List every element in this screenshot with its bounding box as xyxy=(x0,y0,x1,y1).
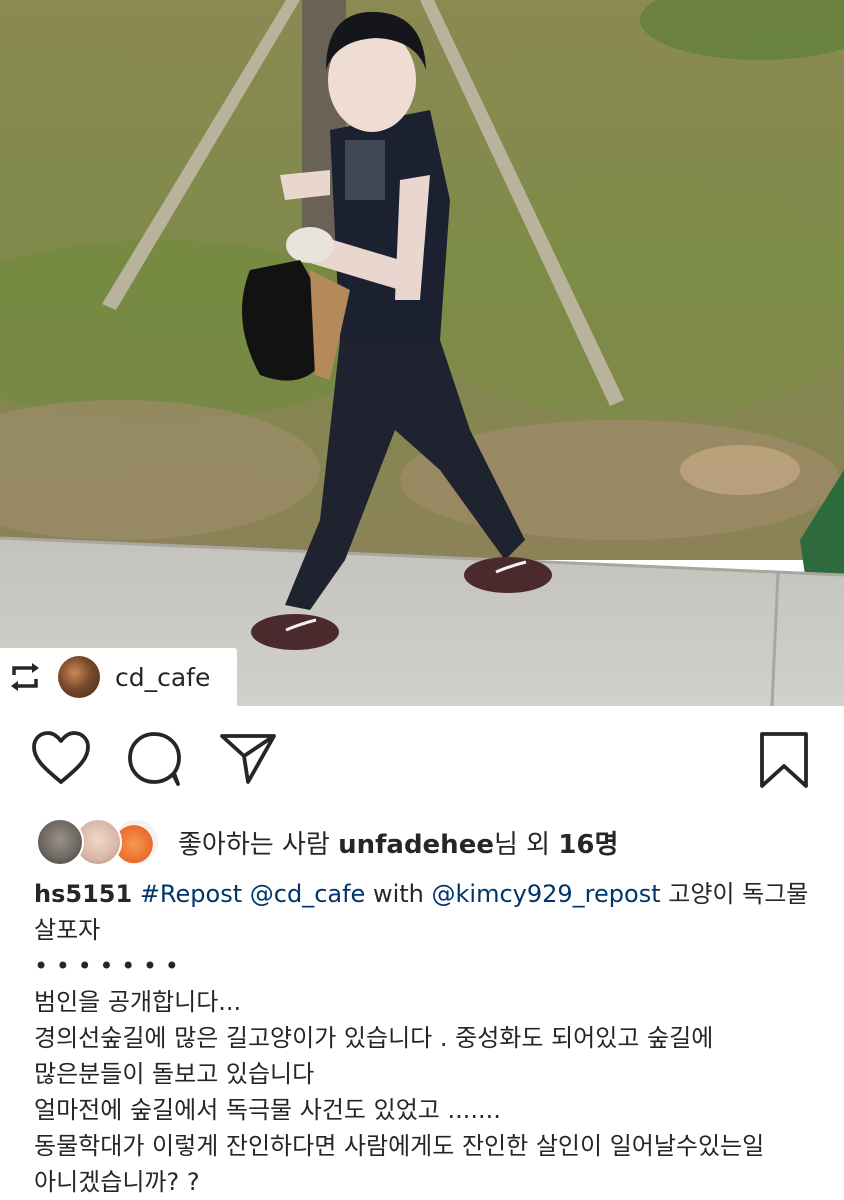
likes-text[interactable]: 좋아하는 사람 unfadehee님 외 16명 xyxy=(178,824,618,861)
liker-avatar xyxy=(36,818,84,866)
caption-line: 아니겠습니까? ? xyxy=(34,1168,200,1196)
caption-line: 범인을 공개합니다... xyxy=(34,988,242,1016)
caption-header-line: hs5151 #Repost @cd_cafe with @kimcy929_r… xyxy=(34,876,824,912)
heart-icon[interactable] xyxy=(30,730,92,788)
send-icon[interactable] xyxy=(218,730,278,788)
repost-icon xyxy=(11,663,39,691)
caption-line: 많은분들이 돌보고 있습니다 xyxy=(34,1060,315,1088)
caption-line: 경의선숲길에 많은 길고양이가 있습니다 . 중성화도 되어있고 숲길에 xyxy=(34,1024,714,1052)
hashtag-repost[interactable]: #Repost xyxy=(140,880,242,908)
likes-user[interactable]: unfadehee xyxy=(338,830,494,860)
caption-line: 동물학대가 이렇게 잔인하다면 사람에게도 잔인한 살인이 일어날수있는일 xyxy=(34,1132,765,1160)
likes-count[interactable]: 16명 xyxy=(558,830,618,860)
mention-kimcy929[interactable]: @kimcy929_repost xyxy=(432,880,661,908)
post-action-bar xyxy=(0,720,844,800)
caption-dots: • • • • • • • xyxy=(34,952,179,980)
caption-title-1: 고양이 독그물 xyxy=(668,880,809,908)
caption-with: with xyxy=(372,880,424,908)
mention-cd-cafe[interactable]: @cd_cafe xyxy=(250,880,366,908)
likes-suffix: 님 외 xyxy=(493,829,559,860)
caption-line: 얼마전에 숲길에서 독극물 사건도 있었고 ....... xyxy=(34,1096,501,1124)
bookmark-icon[interactable] xyxy=(758,730,810,790)
caption-username[interactable]: hs5151 xyxy=(34,880,132,908)
cctv-photo xyxy=(0,0,844,706)
repost-attribution[interactable]: cd_cafe xyxy=(0,648,237,706)
caption-title-2: 살포자 xyxy=(34,916,101,944)
likes-row[interactable]: 좋아하는 사람 unfadehee님 외 16명 xyxy=(36,816,618,868)
repost-username[interactable]: cd_cafe xyxy=(115,663,210,692)
post-photo[interactable]: cd_cafe xyxy=(0,0,844,706)
post-caption: hs5151 #Repost @cd_cafe with @kimcy929_r… xyxy=(34,876,824,1200)
likes-prefix: 좋아하는 사람 xyxy=(178,829,339,860)
comment-icon[interactable] xyxy=(126,730,184,788)
repost-avatar[interactable] xyxy=(58,656,100,698)
